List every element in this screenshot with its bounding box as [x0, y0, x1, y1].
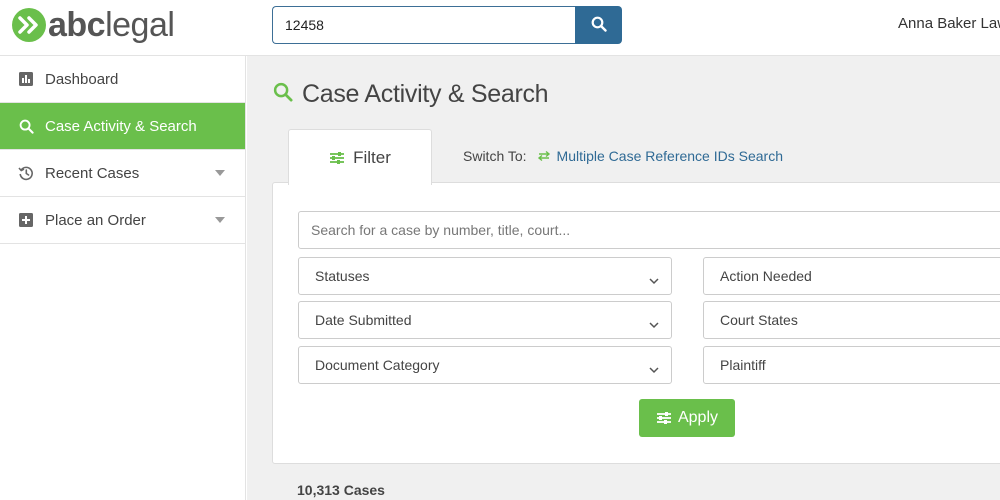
- user-menu[interactable]: Anna Baker Law: [898, 15, 1000, 32]
- chevrons-right-icon: [12, 8, 46, 42]
- search-icon: [273, 82, 293, 107]
- global-search: [272, 6, 622, 44]
- page-title-text: Case Activity & Search: [302, 80, 549, 108]
- sidebar-item-label: Place an Order: [45, 211, 146, 229]
- apply-button[interactable]: Apply: [639, 399, 735, 437]
- logo-wordmark: abclegal: [48, 6, 175, 44]
- tab-filter-label: Filter: [353, 147, 391, 167]
- sidebar-item-label: Dashboard: [45, 70, 119, 88]
- dropdown-label: Date Submitted: [315, 312, 412, 328]
- global-search-input[interactable]: [272, 6, 575, 44]
- bar-chart-icon: [18, 71, 34, 87]
- chevron-down-icon: [649, 272, 659, 288]
- caret-down-icon[interactable]: [215, 170, 225, 176]
- dropdown-label: Document Category: [315, 357, 440, 373]
- search-icon: [591, 16, 607, 35]
- sidebar-item-recent-cases[interactable]: Recent Cases: [0, 150, 245, 197]
- court-states-dropdown[interactable]: Court States: [703, 301, 1000, 339]
- switch-to-label: Switch To:: [463, 148, 527, 164]
- caret-down-icon[interactable]: [215, 217, 225, 223]
- top-bar: abclegal Anna Baker Law: [0, 0, 1000, 56]
- sidebar-item-case-activity[interactable]: Case Activity & Search: [0, 103, 245, 150]
- case-search-input[interactable]: [298, 211, 1000, 249]
- filter-panel: Statuses Date Submitted Document Categor…: [272, 182, 1000, 464]
- date-submitted-dropdown[interactable]: Date Submitted: [298, 301, 672, 339]
- sidebar: Dashboard Case Activity & Search Recent …: [0, 56, 246, 500]
- action-needed-dropdown[interactable]: Action Needed: [703, 257, 1000, 295]
- sliders-icon: [329, 151, 345, 165]
- history-icon: [18, 165, 34, 181]
- chevron-down-icon: [649, 361, 659, 377]
- dropdown-label: Statuses: [315, 268, 370, 284]
- dropdown-label: Action Needed: [720, 268, 812, 284]
- chevron-down-icon: [649, 316, 659, 332]
- main-content: Case Activity & Search Filter Switch To:…: [247, 56, 1000, 500]
- search-icon: [18, 118, 34, 134]
- plaintiff-dropdown[interactable]: Plaintiff: [703, 346, 1000, 384]
- sliders-icon: [656, 411, 672, 425]
- switch-to: Switch To: Multiple Case Reference IDs S…: [463, 148, 783, 164]
- dropdown-label: Plaintiff: [720, 357, 766, 373]
- page-title: Case Activity & Search: [273, 80, 549, 109]
- case-count: 10,313 Cases: [297, 482, 385, 498]
- sidebar-item-dashboard[interactable]: Dashboard: [0, 56, 245, 103]
- apply-button-label: Apply: [677, 409, 719, 426]
- swap-arrows-icon: [537, 150, 551, 162]
- dropdown-label: Court States: [720, 312, 798, 328]
- statuses-dropdown[interactable]: Statuses: [298, 257, 672, 295]
- global-search-button[interactable]: [575, 6, 622, 44]
- sidebar-item-label: Recent Cases: [45, 164, 140, 182]
- plus-square-icon: [18, 212, 34, 228]
- sidebar-item-place-order[interactable]: Place an Order: [0, 197, 245, 244]
- document-category-dropdown[interactable]: Document Category: [298, 346, 672, 384]
- multiple-case-ids-link[interactable]: Multiple Case Reference IDs Search: [557, 148, 783, 164]
- sidebar-item-label: Case Activity & Search: [45, 117, 197, 135]
- tab-filter[interactable]: Filter: [288, 129, 432, 185]
- abclegal-logo[interactable]: abclegal: [12, 6, 175, 44]
